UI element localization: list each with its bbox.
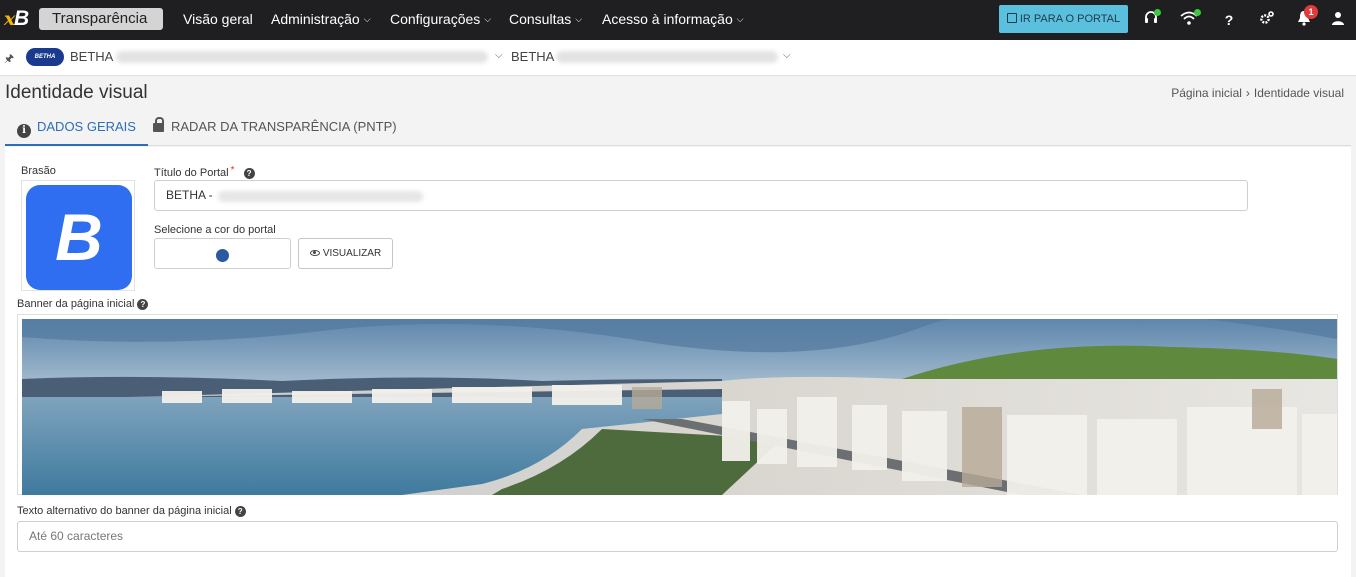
pin-icon[interactable]: 🖈 bbox=[4, 50, 14, 69]
banner-city-image bbox=[22, 319, 1337, 495]
info-icon: i bbox=[17, 124, 31, 138]
crest-image: B bbox=[26, 185, 132, 290]
portal-title-value: BETHA - bbox=[166, 188, 213, 202]
app-name: Transparência bbox=[39, 8, 163, 30]
visualize-button-label: VISUALIZAR bbox=[322, 248, 382, 259]
help-glyph: ? bbox=[1224, 12, 1234, 28]
tab-label: DADOS GERAIS bbox=[37, 119, 136, 134]
nav-visao-geral[interactable]: Visão geral bbox=[183, 0, 253, 40]
nav-acesso-informacao[interactable]: Acesso à informação ⌵ bbox=[602, 0, 744, 40]
alt-text-placeholder: Até 60 caracteres bbox=[29, 529, 124, 543]
alt-text-label-text: Texto alternativo do banner da página in… bbox=[17, 505, 232, 517]
settings-icon[interactable] bbox=[1257, 10, 1277, 30]
nav-label: Visão geral bbox=[183, 11, 253, 27]
banner-label: Banner da página inicial? bbox=[17, 298, 149, 310]
tab-label: RADAR DA TRANSPARÊNCIA (PNTP) bbox=[171, 119, 397, 134]
entity-name-redacted bbox=[116, 51, 488, 63]
help-circle-icon[interactable]: ? bbox=[234, 506, 246, 517]
chevron-down-icon: ⌵ bbox=[736, 14, 744, 24]
app-brand[interactable]: xB Transparência bbox=[4, 7, 163, 31]
chevron-down-icon: ⌵ bbox=[363, 14, 371, 24]
connection-status-dot bbox=[1194, 9, 1201, 16]
nav-label: Configurações bbox=[390, 11, 481, 27]
chevron-right-icon: › bbox=[1245, 86, 1250, 100]
nav-label: Acesso à informação bbox=[602, 11, 733, 27]
nav-label: Administração bbox=[271, 11, 360, 27]
alt-text-label: Texto alternativo do banner da página in… bbox=[17, 505, 246, 517]
nav-label: Consultas bbox=[509, 11, 572, 27]
betha-logo-icon: xB bbox=[4, 7, 30, 30]
breadcrumb-current: Identidade visual bbox=[1253, 86, 1344, 100]
tabs: i DADOS GERAIS RADAR DA TRANSPARÊNCIA (PN… bbox=[5, 110, 1351, 146]
banner-upload[interactable] bbox=[17, 314, 1338, 495]
required-mark: * bbox=[230, 165, 235, 176]
general-data-form: Brasão B Título do Portal * ? BETHA - Sel… bbox=[5, 147, 1351, 577]
tab-dados-gerais[interactable]: i DADOS GERAIS bbox=[5, 110, 148, 146]
chevron-down-icon[interactable]: ⌵ bbox=[495, 50, 503, 61]
lock-icon bbox=[153, 117, 164, 132]
help-icon[interactable]: ? bbox=[1219, 10, 1239, 30]
portal-button-label: IR PARA O PORTAL bbox=[1019, 13, 1121, 25]
chevron-down-icon: ⌵ bbox=[484, 14, 492, 24]
portal-title-input[interactable]: BETHA - bbox=[154, 180, 1248, 211]
help-circle-icon[interactable]: ? bbox=[243, 168, 255, 179]
external-link-icon bbox=[1006, 13, 1017, 23]
portal-title-label: Título do Portal * ? bbox=[154, 165, 255, 179]
eye-icon bbox=[309, 250, 320, 256]
nav-consultas[interactable]: Consultas ⌵ bbox=[509, 0, 582, 40]
chevron-down-icon: ⌵ bbox=[575, 14, 583, 24]
chevron-down-icon[interactable]: ⌵ bbox=[783, 50, 791, 61]
nav-configuracoes[interactable]: Configurações ⌵ bbox=[390, 0, 491, 40]
portal-color-picker[interactable] bbox=[154, 238, 291, 269]
crest-upload[interactable]: B bbox=[21, 180, 135, 291]
breadcrumb: Página inicial › Identidade visual bbox=[1171, 86, 1344, 100]
breadcrumb-home-link[interactable]: Página inicial bbox=[1171, 86, 1242, 100]
nav-administracao[interactable]: Administração ⌵ bbox=[271, 0, 371, 40]
support-status-dot bbox=[1154, 9, 1161, 16]
secondary-entity-name[interactable]: BETHA bbox=[511, 49, 554, 64]
user-icon[interactable] bbox=[1328, 10, 1348, 30]
portal-title-redacted bbox=[218, 191, 423, 202]
portal-title-label-text: Título do Portal bbox=[154, 167, 229, 179]
crest-label: Brasão bbox=[21, 165, 56, 177]
betha-entity-logo: BETHA bbox=[26, 48, 64, 66]
go-to-portal-button[interactable]: IR PARA O PORTAL bbox=[999, 5, 1128, 33]
selected-color-swatch bbox=[216, 249, 229, 262]
tab-radar-transparencia[interactable]: RADAR DA TRANSPARÊNCIA (PNTP) bbox=[141, 110, 409, 146]
portal-color-label: Selecione a cor do portal bbox=[154, 224, 276, 236]
notification-count-badge: 1 bbox=[1304, 5, 1318, 19]
help-circle-icon[interactable]: ? bbox=[137, 299, 149, 310]
entity-name[interactable]: BETHA bbox=[70, 49, 113, 64]
secondary-entity-redacted bbox=[556, 51, 778, 63]
context-bar: 🖈 BETHA BETHA ⌵ BETHA ⌵ bbox=[0, 40, 1356, 76]
alt-text-input[interactable]: Até 60 caracteres bbox=[17, 521, 1338, 552]
banner-label-text: Banner da página inicial bbox=[17, 298, 135, 310]
visualize-button[interactable]: VISUALIZAR bbox=[298, 238, 393, 269]
page-title: Identidade visual bbox=[5, 82, 148, 103]
top-navbar: xB Transparência Visão geral Administraç… bbox=[0, 0, 1356, 40]
